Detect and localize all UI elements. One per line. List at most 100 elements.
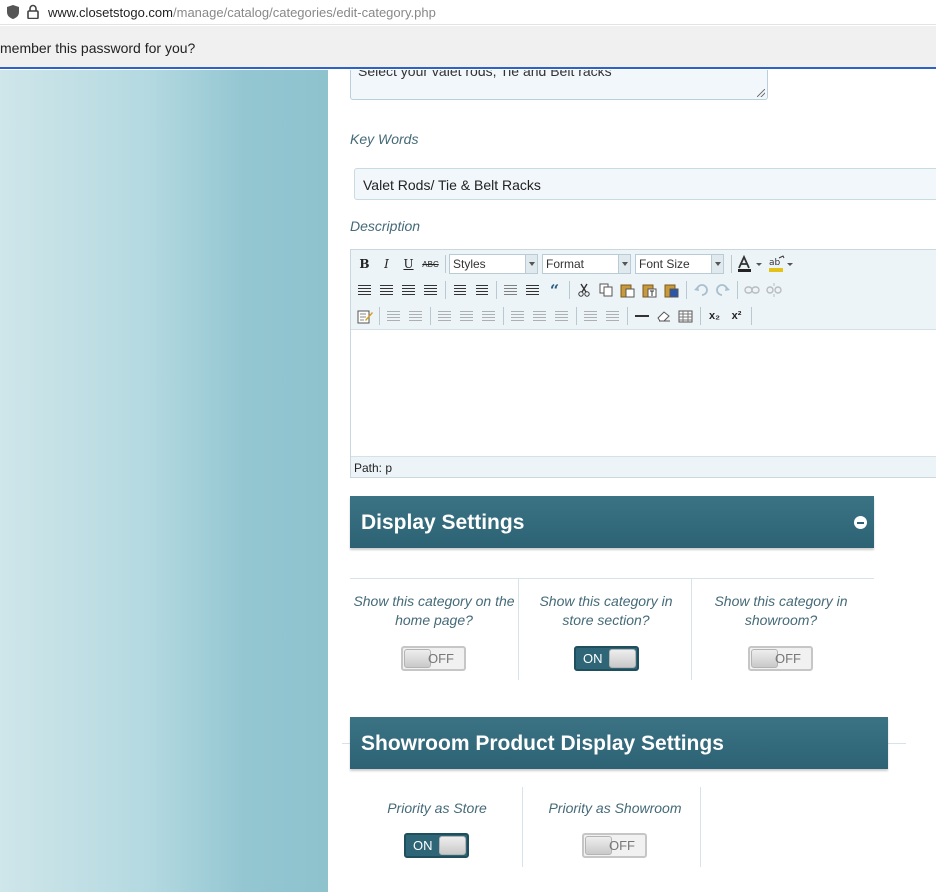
underline-label: U [403,257,414,271]
keywords-input[interactable]: Valet Rods/ Tie & Belt Racks [354,168,936,200]
align-right-icon[interactable] [398,280,419,300]
align-justify-icon[interactable] [420,280,441,300]
toggle-knob [585,836,612,855]
toolbar-separator [700,307,701,325]
resize-grip-icon[interactable] [757,89,765,97]
unlink-icon[interactable] [763,280,784,300]
collapse-icon[interactable] [854,516,867,529]
redo-icon[interactable] [712,280,733,300]
paste-word-icon[interactable] [661,280,682,300]
showroom-settings-header[interactable]: Showroom Product Display Settings [350,717,888,769]
edit-category-form: Select your valet rods, Tie and Belt rac… [328,70,936,892]
display-settings-header[interactable]: Display Settings [350,496,874,548]
editor-path-bar: Path: p [351,456,936,477]
save-password-bar: member this password for you? [0,26,936,69]
showroom-setting: Show this category in showroom? OFF [696,592,866,671]
underline-button[interactable]: U [398,254,419,274]
showroom-settings-title: Showroom Product Display Settings [361,732,724,755]
background-color-button[interactable]: ab [766,254,796,274]
url-text[interactable]: www.closetstogo.com/manage/catalog/categ… [48,5,436,20]
meta-description-value: Select your valet rods, Tie and Belt rac… [358,70,612,79]
save-password-prompt: member this password for you? [0,40,196,56]
font-size-dropdown[interactable]: Font Size [635,254,724,274]
toggle-state: ON [583,651,603,666]
left-sidebar-background [0,70,328,892]
toggle-knob [439,836,466,855]
toolbar-separator [503,307,504,325]
url-path: /manage/catalog/categories/edit-category… [173,5,436,20]
toolbar-row-3: x₂ x² [354,305,755,327]
chevron-down-icon [711,255,723,273]
blockquote-button[interactable]: “ [544,280,565,300]
font-size-dropdown-label: Font Size [639,257,690,271]
insert-row-before-icon[interactable] [434,306,455,326]
italic-button[interactable]: I [376,254,397,274]
outdent-icon[interactable] [500,280,521,300]
insert-table-icon[interactable] [675,306,696,326]
toolbar-separator [686,281,687,299]
align-center-icon[interactable] [376,280,397,300]
copy-icon[interactable] [595,280,616,300]
bold-button[interactable]: B [354,254,375,274]
paste-icon[interactable] [617,280,638,300]
insert-col-after-icon[interactable] [529,306,550,326]
shield-icon [7,5,19,19]
editor-content-area[interactable] [351,330,936,456]
merge-cells-icon[interactable] [602,306,623,326]
priority-store-label: Priority as Store [387,800,487,816]
edit-css-icon[interactable] [354,306,375,326]
highlight-color-icon: ab [769,255,793,272]
insert-row-after-icon[interactable] [456,306,477,326]
table-cell-props-icon[interactable] [405,306,426,326]
toolbar-row-1: B I U ABC Styles Format Font Size ab [354,253,797,275]
toolbar-separator [496,281,497,299]
eraser-icon[interactable] [653,306,674,326]
horizontal-rule-icon[interactable] [631,306,652,326]
showroom-label: Show this category in showroom? [714,593,848,628]
strikethrough-button[interactable]: ABC [420,254,441,274]
priority-store-setting: Priority as Store ON [358,799,516,858]
toolbar-separator [445,281,446,299]
meta-description-textarea[interactable]: Select your valet rods, Tie and Belt rac… [350,70,768,100]
editor-toolbar: B I U ABC Styles Format Font Size ab “ x… [351,250,936,330]
text-color-icon [738,255,762,272]
paste-text-icon[interactable] [639,280,660,300]
showroom-toggle[interactable]: OFF [748,646,813,671]
numbered-list-icon[interactable] [471,280,492,300]
subscript-label: x₂ [708,310,720,322]
toolbar-separator [627,307,628,325]
insert-col-before-icon[interactable] [507,306,528,326]
styles-dropdown[interactable]: Styles [449,254,538,274]
description-label: Description [350,218,421,234]
divider [691,578,692,680]
link-icon[interactable] [741,280,762,300]
store-section-toggle[interactable]: ON [574,646,639,671]
superscript-button[interactable]: x² [726,306,747,326]
priority-store-toggle[interactable]: ON [404,833,469,858]
blockquote-label: “ [549,280,560,300]
browser-address-bar[interactable]: www.closetstogo.com/manage/catalog/categ… [0,0,936,25]
undo-icon[interactable] [690,280,711,300]
subscript-button[interactable]: x₂ [704,306,725,326]
cut-icon[interactable] [573,280,594,300]
toggle-state: OFF [428,651,454,666]
toolbar-separator [576,307,577,325]
home-page-toggle[interactable]: OFF [401,646,466,671]
priority-showroom-toggle[interactable]: OFF [582,833,647,858]
superscript-label: x² [731,310,742,322]
divider [518,578,519,680]
toggle-knob [404,649,431,668]
format-dropdown[interactable]: Format [542,254,631,274]
indent-icon[interactable] [522,280,543,300]
split-cells-icon[interactable] [580,306,601,326]
italic-label: I [384,257,389,271]
lock-icon [27,4,39,19]
delete-row-icon[interactable] [478,306,499,326]
delete-col-icon[interactable] [551,306,572,326]
bullet-list-icon[interactable] [449,280,470,300]
divider [522,787,523,867]
table-row-props-icon[interactable] [383,306,404,326]
align-left-icon[interactable] [354,280,375,300]
divider [700,787,701,867]
text-color-button[interactable] [735,254,765,274]
